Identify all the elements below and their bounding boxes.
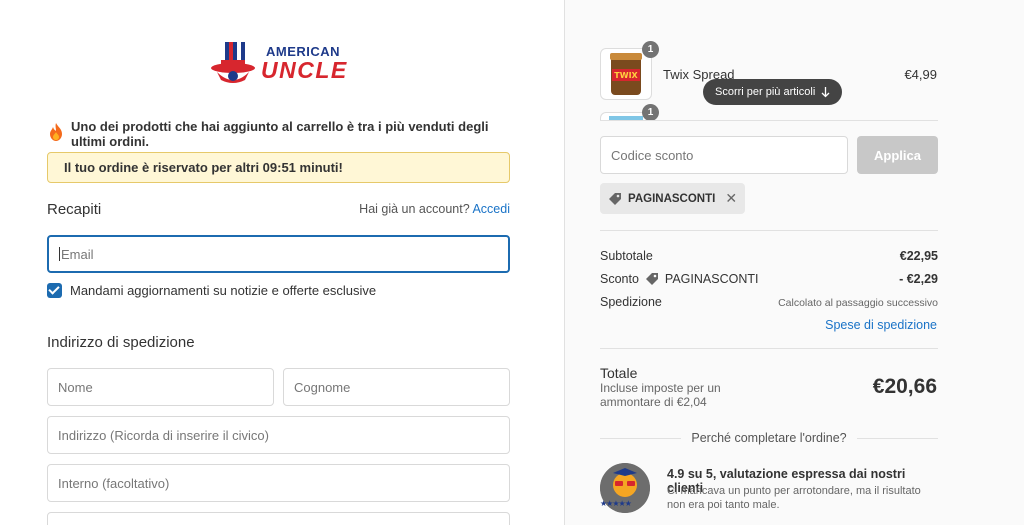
discount-value: - €2,29 <box>899 272 938 286</box>
shipping-label: Spedizione <box>600 295 662 309</box>
arrow-down-icon <box>821 86 830 97</box>
divider <box>600 230 938 231</box>
uncle-sam-hat-icon <box>211 42 255 83</box>
discount-code-placeholder: Codice sconto <box>611 147 694 163</box>
applied-discount-tag: PAGINASCONTI ✕ <box>600 183 746 214</box>
have-account-text: Hai già un account? <box>359 202 470 216</box>
text-caret <box>59 247 60 261</box>
email-field[interactable]: Email <box>47 235 510 273</box>
quantity-badge-2: 1 <box>642 104 659 121</box>
first-name-placeholder: Nome <box>58 379 93 395</box>
newsletter-checkbox-row[interactable]: Mandami aggiornamenti su notizie e offer… <box>47 283 376 298</box>
why-complete-text: Perché completare l'ordine? <box>691 431 847 445</box>
contact-section-title: Recapiti <box>47 201 102 218</box>
newsletter-label: Mandami aggiornamenti su notizie e offer… <box>70 283 377 298</box>
reservation-banner: Il tuo ordine è riservato per altri 09:5… <box>47 152 510 183</box>
apartment-placeholder: Interno (facoltativo) <box>58 475 170 491</box>
discount-code-label: PAGINASCONTI <box>664 272 759 286</box>
discount-label: Sconto <box>600 272 639 286</box>
subtotal-label: Subtotale <box>600 249 653 263</box>
divider <box>856 437 938 439</box>
twix-jar-image: TWIX <box>610 53 642 95</box>
last-name-placeholder: Cognome <box>294 379 351 395</box>
first-name-field[interactable]: Nome <box>47 368 274 406</box>
remove-discount-icon[interactable]: ✕ <box>725 190 737 207</box>
why-complete-heading: Perché completare l'ordine? <box>600 431 938 445</box>
discount-code-field[interactable]: Codice sconto <box>600 136 848 174</box>
scroll-more-items-button[interactable]: Scorri per più articoli <box>703 79 843 105</box>
discount-label-group: Sconto PAGINASCONTI <box>600 272 758 286</box>
subtotal-row: Subtotale €22,95 <box>600 249 938 263</box>
address-field[interactable]: Indirizzo (Ricorda di inserire il civico… <box>47 416 510 454</box>
divider <box>600 348 938 349</box>
checkout-form-pane: AMERICAN UNCLE Uno dei prodotti che hai … <box>0 0 564 525</box>
shipping-row: Spedizione Calcolato al passaggio succes… <box>600 295 938 309</box>
product-price: €4,99 <box>904 67 937 82</box>
shipping-value: Calcolato al passaggio successivo <box>778 297 938 309</box>
tag-icon <box>645 273 658 285</box>
shipping-costs-link[interactable]: Spese di spedizione <box>825 318 937 332</box>
divider <box>600 120 938 121</box>
quantity-badge: 1 <box>642 41 659 58</box>
discount-row: Sconto PAGINASCONTI - €2,29 <box>600 272 938 286</box>
total-label: Totale <box>600 365 638 381</box>
total-value: €20,66 <box>872 375 937 398</box>
applied-discount-code: PAGINASCONTI <box>628 192 716 205</box>
total-taxes-note: Incluse imposte per un ammontare di €2,0… <box>600 381 721 409</box>
fire-icon <box>50 123 62 141</box>
apply-discount-button[interactable]: Applica <box>857 136 938 174</box>
email-placeholder: Email <box>61 246 94 262</box>
order-summary-pane: TWIX 1 Twix Spread €4,99 1 Scorri per pi… <box>564 0 1024 525</box>
rating-stars: ★★★★★ <box>600 499 632 508</box>
twix-label: TWIX <box>614 71 638 80</box>
tag-icon <box>609 192 621 205</box>
scroll-hint-text: Scorri per più articoli <box>715 86 816 98</box>
brand-word-uncle: UNCLE <box>261 57 348 83</box>
last-name-field[interactable]: Cognome <box>283 368 510 406</box>
hot-product-alert: Uno dei prodotti che hai aggiunto al car… <box>47 119 511 149</box>
brand-logo[interactable]: AMERICAN UNCLE <box>209 40 349 86</box>
divider <box>600 437 682 439</box>
address-placeholder: Indirizzo (Ricorda di inserire il civico… <box>58 427 269 443</box>
have-account-prompt: Hai già un account? Accedi <box>359 202 510 216</box>
next-field[interactable] <box>47 512 510 525</box>
hot-product-text: Uno dei prodotti che hai aggiunto al car… <box>71 119 489 149</box>
subtotal-value: €22,95 <box>899 249 938 263</box>
rating-quote: Ci mancava un punto per arrotondare, ma … <box>667 485 921 511</box>
apartment-field[interactable]: Interno (facoltativo) <box>47 464 510 502</box>
newsletter-checkbox[interactable] <box>47 283 62 298</box>
login-link[interactable]: Accedi <box>472 202 510 216</box>
shipping-section-title: Indirizzo di spedizione <box>47 334 195 351</box>
